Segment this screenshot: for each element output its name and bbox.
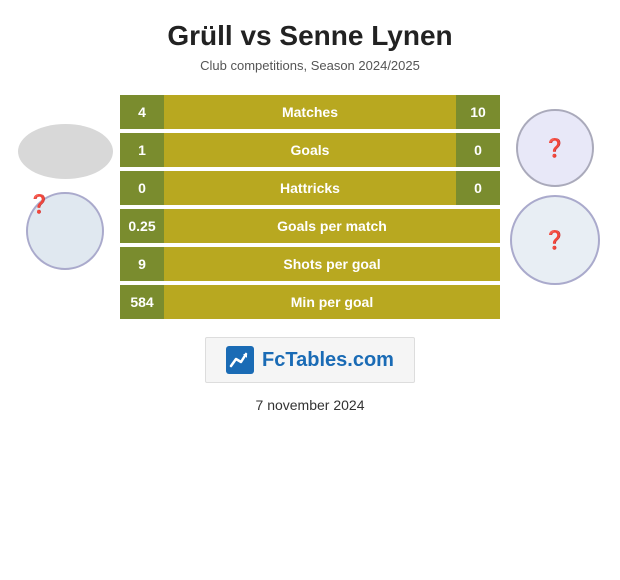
- stat-left-value: 1: [120, 133, 164, 167]
- stat-label: Hattricks: [280, 180, 340, 196]
- stat-right-value: 10: [456, 95, 500, 129]
- stat-label: Goals per match: [277, 218, 387, 234]
- stat-row: 4 Matches 10: [120, 95, 500, 129]
- stat-row: 0.25 Goals per match: [120, 209, 500, 243]
- stat-left-value: 584: [120, 285, 164, 319]
- stat-right-value: 0: [456, 171, 500, 205]
- stat-row: 0 Hattricks 0: [120, 171, 500, 205]
- left-avatars: ❓: [10, 124, 120, 270]
- stat-row: 1 Goals 0: [120, 133, 500, 167]
- stat-label: Goals: [291, 142, 330, 158]
- right-club-image-broken: ❓: [544, 138, 566, 159]
- page-subtitle: Club competitions, Season 2024/2025: [200, 58, 420, 73]
- comparison-area: ❓ 4 Matches 10 1 Goals 0 0 Hattricks 0 0.25 Goals …: [0, 95, 620, 319]
- stat-row: 584 Min per goal: [120, 285, 500, 319]
- logo-area: FcTables.com: [205, 337, 415, 383]
- stat-label: Shots per goal: [283, 256, 380, 272]
- page-title: Grüll vs Senne Lynen: [167, 20, 452, 52]
- stat-label: Min per goal: [291, 294, 373, 310]
- left-player-avatar: ❓: [26, 192, 104, 270]
- stat-left-value: 0: [120, 171, 164, 205]
- right-player-avatar: ❓: [510, 195, 600, 285]
- stat-left-value: 9: [120, 247, 164, 281]
- stat-left-value: 4: [120, 95, 164, 129]
- stat-label: Matches: [282, 104, 338, 120]
- stat-bar: Min per goal: [164, 285, 500, 319]
- page: Grüll vs Senne Lynen Club competitions, …: [0, 0, 620, 580]
- stat-bar: Matches: [164, 95, 456, 129]
- stat-bar: Goals: [164, 133, 456, 167]
- stats-area: 4 Matches 10 1 Goals 0 0 Hattricks 0 0.25 Goals pe…: [120, 95, 500, 319]
- left-club-avatar: [18, 124, 113, 179]
- right-club-avatar: ❓: [516, 109, 594, 187]
- stat-bar: Shots per goal: [164, 247, 500, 281]
- logo-text-black: FcTables: [262, 349, 347, 371]
- logo-icon: [226, 346, 254, 374]
- date-label: 7 november 2024: [256, 397, 365, 413]
- left-player-image-broken: ❓: [28, 194, 50, 214]
- stat-bar: Goals per match: [164, 209, 500, 243]
- logo-text: FcTables.com: [262, 349, 394, 372]
- stat-left-value: 0.25: [120, 209, 164, 243]
- stat-row: 9 Shots per goal: [120, 247, 500, 281]
- stat-bar: Hattricks: [164, 171, 456, 205]
- right-avatars: ❓ ❓: [500, 109, 610, 285]
- stat-right-value: 0: [456, 133, 500, 167]
- logo-text-blue: .com: [347, 349, 394, 371]
- right-player-image-broken: ❓: [544, 230, 566, 251]
